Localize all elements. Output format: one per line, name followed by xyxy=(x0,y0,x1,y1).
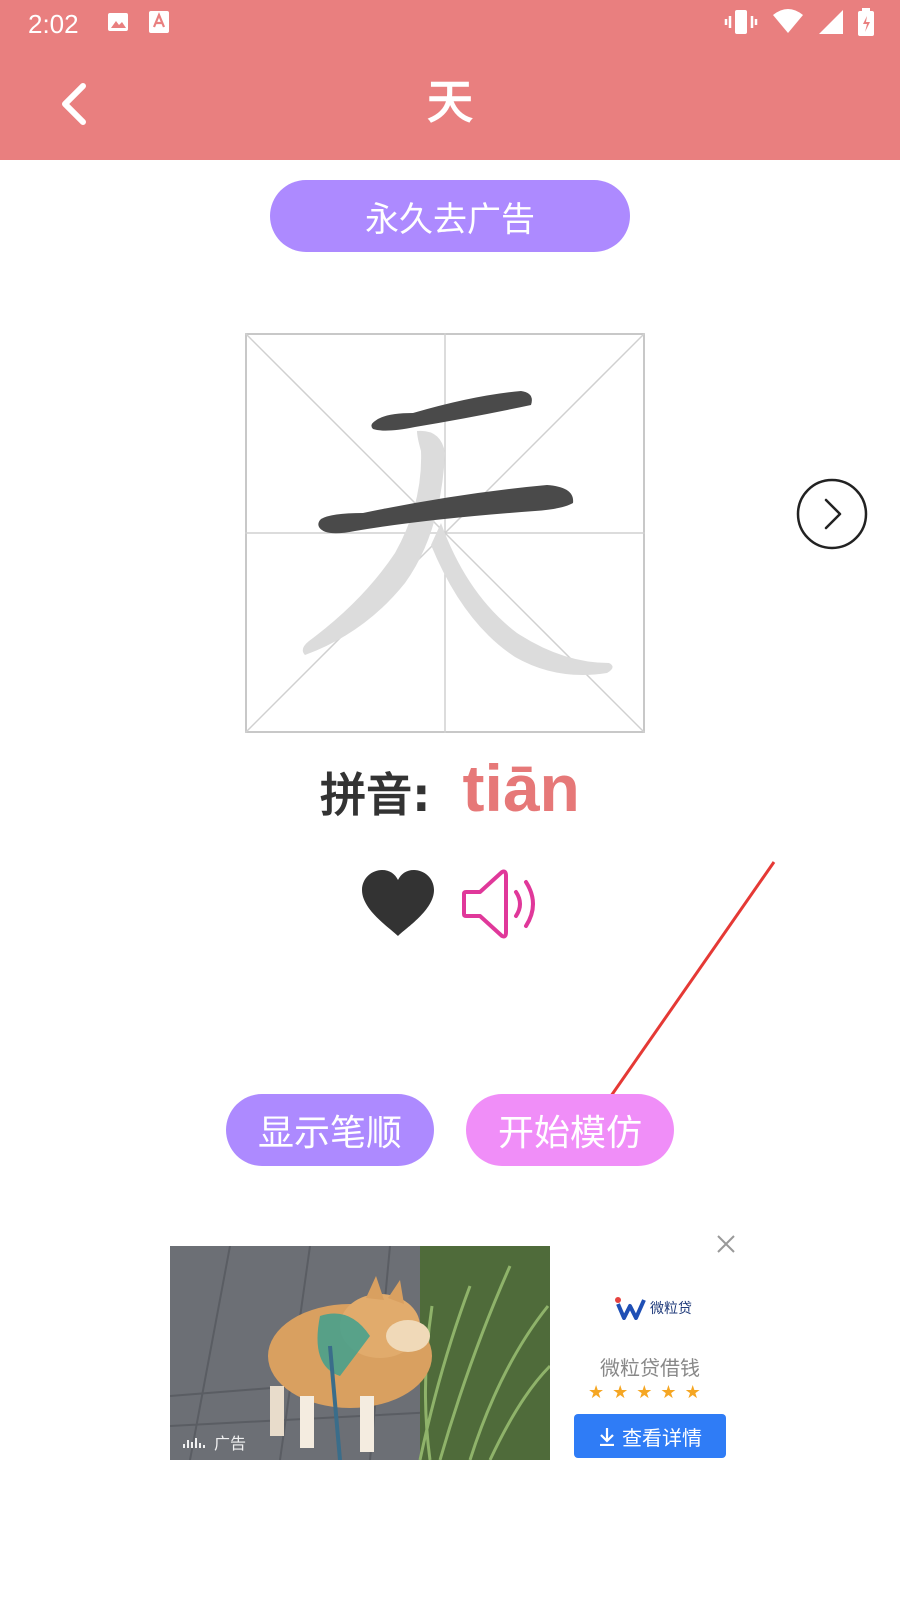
star-icon: ★ xyxy=(588,1382,605,1403)
ad-mark-icon xyxy=(183,1438,205,1448)
star-icon: ★ xyxy=(660,1382,677,1403)
ad-view-details-button[interactable]: 查看详情 xyxy=(574,1414,726,1458)
download-icon xyxy=(600,1428,614,1446)
ad-logo-text: 微粒贷 xyxy=(650,1301,692,1317)
pinyin-label: 拼音: xyxy=(320,768,431,822)
app-bar: 天 xyxy=(0,48,900,160)
status-time: 2:02 xyxy=(28,9,79,39)
status-bar: 2:02 xyxy=(0,0,900,48)
ad-brand-logo: 微粒贷 xyxy=(614,1296,692,1320)
star-icon: ★ xyxy=(684,1382,701,1403)
character-writing-grid[interactable] xyxy=(245,333,645,733)
ad-image[interactable]: 广告 xyxy=(170,1246,550,1460)
start-imitate-button[interactable]: 开始模仿 xyxy=(466,1094,674,1166)
heart-icon[interactable] xyxy=(360,868,436,938)
ad-rating: ★ ★ ★ ★ ★ xyxy=(588,1384,701,1402)
show-stroke-order-button[interactable]: 显示笔顺 xyxy=(226,1094,434,1166)
chevron-right-circle-icon[interactable] xyxy=(796,478,868,550)
wifi-icon xyxy=(772,9,804,39)
vibrate-icon xyxy=(724,8,758,40)
text-a-icon xyxy=(148,10,170,38)
ad-photo xyxy=(170,1246,550,1460)
star-icon: ★ xyxy=(612,1382,629,1403)
signal-icon xyxy=(818,9,844,39)
ad-label-text: 广告 xyxy=(214,1434,247,1453)
pinyin-row: 拼音: tiān xyxy=(0,750,900,826)
ad-cta-label: 查看详情 xyxy=(622,1425,702,1450)
close-icon[interactable] xyxy=(712,1230,740,1258)
ad-label: 广告 xyxy=(182,1430,246,1454)
battery-icon xyxy=(858,8,874,40)
remove-ads-button[interactable]: 永久去广告 xyxy=(270,180,630,252)
pinyin-value: tiān xyxy=(462,751,580,825)
ad-brand-name: 微粒贷借钱 xyxy=(600,1356,700,1380)
wechat-loan-logo-icon xyxy=(615,1297,646,1320)
page-title: 天 xyxy=(427,75,473,129)
image-icon xyxy=(106,10,130,38)
speaker-icon[interactable] xyxy=(462,866,542,942)
star-icon: ★ xyxy=(636,1382,653,1403)
status-left-icons xyxy=(106,10,170,38)
status-right-icons xyxy=(724,8,874,40)
